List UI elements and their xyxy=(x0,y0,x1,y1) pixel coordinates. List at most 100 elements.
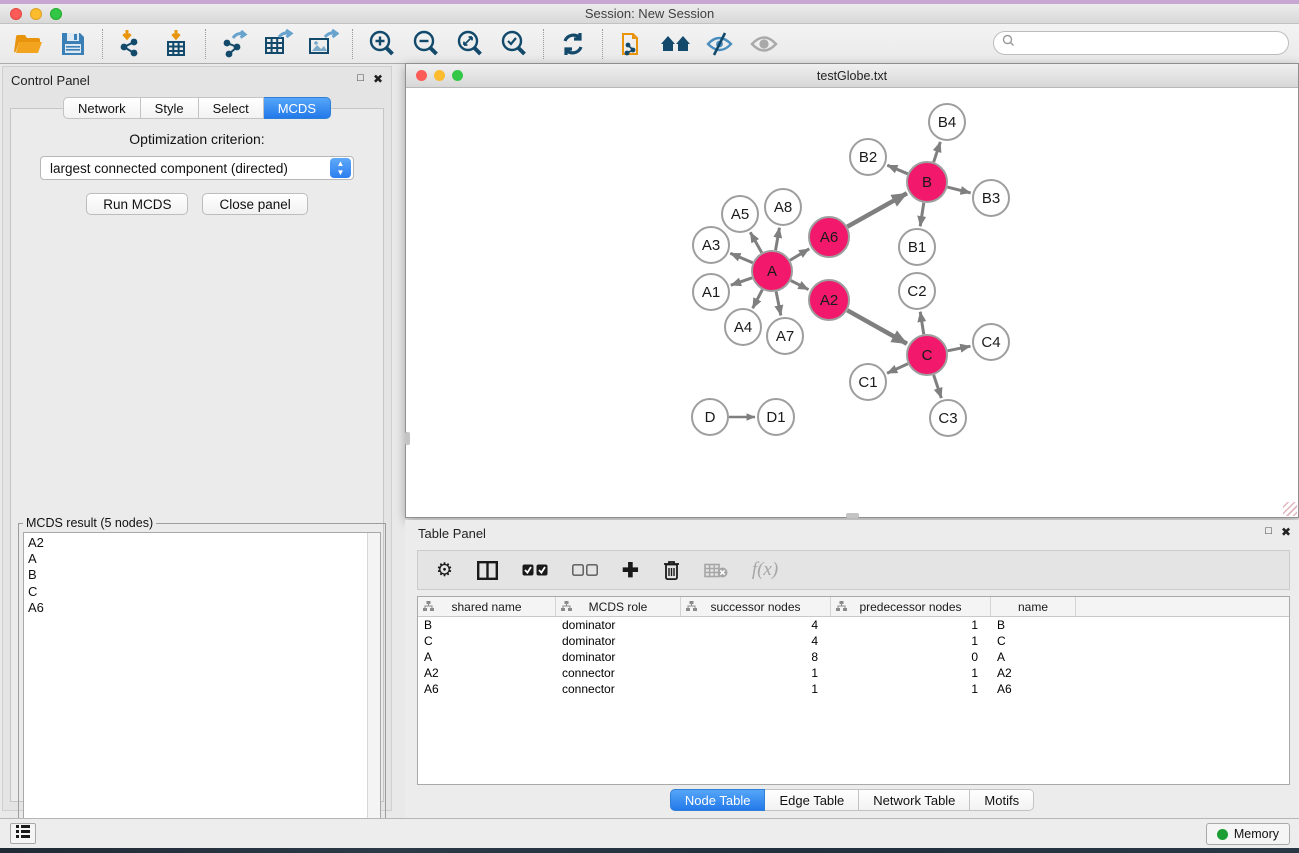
edge-A-A6[interactable] xyxy=(790,249,809,260)
delete-columns-button[interactable] xyxy=(663,560,680,580)
column-header-successor-nodes[interactable]: successor nodes xyxy=(681,597,831,616)
tab-network[interactable]: Network xyxy=(63,97,141,119)
table-row[interactable]: Bdominator41B xyxy=(418,617,1289,633)
criterion-select[interactable]: largest connected component (directed) ▲… xyxy=(40,156,354,180)
float-table-panel-icon[interactable]: □ xyxy=(1265,525,1272,539)
search-field[interactable] xyxy=(993,31,1289,55)
tab-style[interactable]: Style xyxy=(141,97,199,119)
cell-predecessor-nodes[interactable]: 1 xyxy=(831,617,991,633)
save-session-button[interactable] xyxy=(54,27,92,61)
edge-C-C1[interactable] xyxy=(887,364,908,374)
edge-A-A1[interactable] xyxy=(731,278,752,285)
run-mcds-button[interactable]: Run MCDS xyxy=(86,193,188,215)
edge-A6-B[interactable] xyxy=(847,193,907,226)
open-session-button[interactable] xyxy=(10,27,48,61)
new-network-from-selection-button[interactable] xyxy=(613,27,651,61)
cell-name[interactable]: A6 xyxy=(991,681,1076,697)
search-input[interactable] xyxy=(1019,36,1288,50)
cell-successor-nodes[interactable]: 4 xyxy=(681,633,831,649)
cell-MCDS-role[interactable]: connector xyxy=(556,681,681,697)
export-table-button[interactable] xyxy=(260,27,298,61)
zoom-in-button[interactable] xyxy=(363,27,401,61)
edge-A-A7[interactable] xyxy=(776,292,781,316)
table-row[interactable]: A2connector11A2 xyxy=(418,665,1289,681)
import-table-button[interactable] xyxy=(157,27,195,61)
edge-A-A2[interactable] xyxy=(791,281,809,290)
result-scrollbar[interactable] xyxy=(367,533,380,843)
hide-details-button[interactable] xyxy=(701,27,739,61)
show-columns-button[interactable] xyxy=(477,561,498,580)
cell-predecessor-nodes[interactable]: 1 xyxy=(831,633,991,649)
tab-mcds[interactable]: MCDS xyxy=(264,97,331,119)
network-window-titlebar[interactable]: testGlobe.txt xyxy=(406,64,1298,88)
edge-A-A3[interactable] xyxy=(730,253,752,263)
edge-A2-C[interactable] xyxy=(847,310,907,343)
tab-select[interactable]: Select xyxy=(199,97,264,119)
horizontal-scroll-thumb[interactable] xyxy=(846,513,859,518)
edge-A-A4[interactable] xyxy=(753,290,763,309)
mcds-result-item[interactable]: A6 xyxy=(28,600,367,616)
select-all-columns-button[interactable] xyxy=(522,564,548,576)
table-tab-edge-table[interactable]: Edge Table xyxy=(765,789,859,811)
mcds-result-item[interactable]: A xyxy=(28,551,367,567)
close-panel-icon[interactable]: ✖ xyxy=(373,72,383,86)
cell-successor-nodes[interactable]: 4 xyxy=(681,617,831,633)
edge-C-C3[interactable] xyxy=(934,375,942,398)
table-tab-network-table[interactable]: Network Table xyxy=(859,789,970,811)
zoom-selected-button[interactable] xyxy=(495,27,533,61)
edge-B-B2[interactable] xyxy=(887,165,907,174)
cell-predecessor-nodes[interactable]: 1 xyxy=(831,665,991,681)
cell-MCDS-role[interactable]: dominator xyxy=(556,633,681,649)
show-all-networks-button[interactable] xyxy=(657,27,695,61)
cell-shared-name[interactable]: A xyxy=(418,649,556,665)
cell-shared-name[interactable]: B xyxy=(418,617,556,633)
zoom-fit-button[interactable] xyxy=(451,27,489,61)
table-row[interactable]: Adominator80A xyxy=(418,649,1289,665)
cell-successor-nodes[interactable]: 1 xyxy=(681,681,831,697)
edge-B-B3[interactable] xyxy=(947,187,970,193)
apply-layout-button[interactable] xyxy=(554,27,592,61)
export-network-button[interactable] xyxy=(216,27,254,61)
float-panel-icon[interactable]: □ xyxy=(357,72,364,86)
column-header-predecessor-nodes[interactable]: predecessor nodes xyxy=(831,597,991,616)
cell-name[interactable]: C xyxy=(991,633,1076,649)
table-tab-motifs[interactable]: Motifs xyxy=(970,789,1034,811)
close-table-panel-icon[interactable]: ✖ xyxy=(1281,525,1291,539)
edge-B-B1[interactable] xyxy=(920,203,924,226)
cell-shared-name[interactable]: A6 xyxy=(418,681,556,697)
mcds-result-item[interactable]: A2 xyxy=(28,535,367,551)
mcds-result-item[interactable]: B xyxy=(28,567,367,583)
cell-name[interactable]: A2 xyxy=(991,665,1076,681)
unselect-all-columns-button[interactable] xyxy=(572,564,598,576)
edge-A-A8[interactable] xyxy=(776,228,780,251)
table-tab-node-table[interactable]: Node Table xyxy=(670,789,766,811)
column-header-MCDS-role[interactable]: MCDS role xyxy=(556,597,681,616)
show-details-button[interactable] xyxy=(745,27,783,61)
cell-MCDS-role[interactable]: connector xyxy=(556,665,681,681)
task-history-button[interactable] xyxy=(10,823,36,844)
close-panel-button[interactable]: Close panel xyxy=(202,193,307,215)
resize-grip[interactable] xyxy=(1283,502,1297,516)
table-settings-button[interactable]: ⚙ xyxy=(436,559,453,582)
cell-name[interactable]: B xyxy=(991,617,1076,633)
cell-MCDS-role[interactable]: dominator xyxy=(556,649,681,665)
cell-predecessor-nodes[interactable]: 0 xyxy=(831,649,991,665)
zoom-out-button[interactable] xyxy=(407,27,445,61)
export-image-button[interactable] xyxy=(304,27,342,61)
table-row[interactable]: Cdominator41C xyxy=(418,633,1289,649)
column-header-name[interactable]: name xyxy=(991,597,1076,616)
cell-successor-nodes[interactable]: 8 xyxy=(681,649,831,665)
create-column-button[interactable]: ✚ xyxy=(622,558,639,583)
cell-successor-nodes[interactable]: 1 xyxy=(681,665,831,681)
mcds-result-item[interactable]: C xyxy=(28,584,367,600)
cell-shared-name[interactable]: C xyxy=(418,633,556,649)
edge-A-A5[interactable] xyxy=(750,232,761,252)
memory-button[interactable]: Memory xyxy=(1206,823,1290,845)
cell-shared-name[interactable]: A2 xyxy=(418,665,556,681)
edge-B-B4[interactable] xyxy=(934,142,941,162)
edge-C-C4[interactable] xyxy=(948,346,971,351)
cell-predecessor-nodes[interactable]: 1 xyxy=(831,681,991,697)
table-row[interactable]: A6connector11A6 xyxy=(418,681,1289,697)
cell-MCDS-role[interactable]: dominator xyxy=(556,617,681,633)
vertical-scroll-thumb[interactable] xyxy=(405,432,410,445)
